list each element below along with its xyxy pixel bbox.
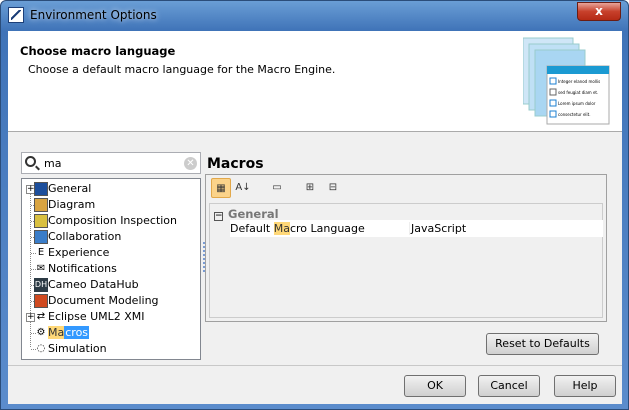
environment-options-window: Environment Options x Choose macro langu…: [0, 0, 629, 410]
tree-item-experience[interactable]: E Experience: [22, 245, 200, 261]
arrows-icon: ⇄: [36, 311, 46, 322]
collapse-icon[interactable]: −: [214, 212, 223, 221]
tree-item-label: Diagram: [48, 198, 96, 211]
help-button[interactable]: Help: [554, 375, 616, 397]
general-icon: [34, 182, 48, 196]
page-title: Macros: [207, 156, 264, 172]
property-value[interactable]: JavaScript: [409, 222, 466, 235]
description-button[interactable]: ▭: [267, 178, 287, 198]
tree-item-label: Cameo DataHub: [48, 278, 139, 291]
tree-item-cameo-datahub[interactable]: DH Cameo DataHub: [22, 277, 200, 293]
cancel-button[interactable]: Cancel: [478, 375, 540, 397]
tree-item-simulation[interactable]: ◌ Simulation: [22, 341, 200, 357]
svg-text:Lorem ipsum dolor: Lorem ipsum dolor: [558, 101, 596, 106]
simulation-icon: ◌: [36, 343, 46, 354]
clear-search-icon[interactable]: ✕: [184, 157, 197, 170]
property-row[interactable]: Default Macro Language JavaScript: [230, 220, 603, 237]
search-value: ma: [44, 157, 62, 170]
categorized-view-button[interactable]: ▦: [211, 178, 231, 198]
key-post: cro Language: [289, 222, 365, 235]
dialog-body: ma ✕ + General Diagram Composition Inspecti…: [8, 132, 622, 404]
reset-to-defaults-button[interactable]: Reset to Defaults: [486, 333, 599, 355]
tree-item-label: Simulation: [48, 342, 107, 355]
header-panel: Choose macro language Choose a default m…: [8, 31, 622, 132]
property-name: Default Macro Language: [230, 222, 365, 235]
tree-item-document-modeling[interactable]: Document Modeling: [22, 293, 200, 309]
group-label: General: [228, 207, 279, 221]
window-title: Environment Options: [30, 8, 157, 22]
expand-all-button[interactable]: ⊞: [300, 178, 320, 198]
options-tree[interactable]: + General Diagram Composition Inspection Col…: [21, 178, 201, 360]
svg-text:consectetur elit.: consectetur elit.: [558, 112, 591, 117]
tree-item-macros[interactable]: ⚙ Macros: [22, 325, 200, 341]
tree-item-diagram[interactable]: Diagram: [22, 197, 200, 213]
datahub-icon: DH: [34, 278, 48, 292]
composition-icon: [34, 214, 48, 228]
tree-item-label: General: [48, 182, 92, 195]
svg-text:sed feugiat diam et.: sed feugiat diam et.: [558, 90, 598, 95]
tree-item-composition-inspection[interactable]: Composition Inspection: [22, 213, 200, 229]
key-pre: Default: [230, 222, 274, 235]
document-icon: [34, 294, 48, 308]
tree-item-label: Eclipse UML2 XMI: [48, 310, 145, 323]
ok-button[interactable]: OK: [404, 375, 466, 397]
diagram-icon: [34, 198, 48, 212]
svg-text:Integer elanod mollis: Integer elanod mollis: [558, 79, 600, 84]
gears-icon: ⚙: [36, 327, 46, 338]
envelope-icon: ✉: [36, 263, 46, 274]
tree-item-label: Collaboration: [48, 230, 122, 243]
tree-item-eclipse-uml2-xmi[interactable]: + ⇄ Eclipse UML2 XMI: [22, 309, 200, 325]
options-illustration-icon: Integer elanod mollis sed feugiat diam e…: [523, 37, 610, 125]
header-description: Choose a default macro language for the …: [28, 63, 336, 76]
tree-item-notifications[interactable]: ✉ Notifications: [22, 261, 200, 277]
properties-panel: ▦ A↓ ▭ ⊞ ⊟ − General Default Macro Langua…: [205, 174, 607, 322]
key-match: Ma: [273, 222, 290, 235]
group-header[interactable]: − General: [214, 207, 279, 221]
divider: [8, 365, 622, 366]
search-input[interactable]: ma ✕: [21, 152, 201, 174]
app-icon: [8, 7, 24, 23]
collaboration-icon: [34, 230, 48, 244]
tree-item-label: Experience: [48, 246, 110, 259]
tree-item-label: Document Modeling: [48, 294, 159, 307]
tree-item-general[interactable]: + General: [22, 181, 200, 197]
close-button[interactable]: x: [577, 2, 621, 21]
tree-item-label: Notifications: [48, 262, 117, 275]
tree-item-collaboration[interactable]: Collaboration: [22, 229, 200, 245]
tree-item-label: Macros: [48, 326, 90, 339]
title-bar[interactable]: Environment Options x: [1, 1, 628, 31]
experience-icon: E: [37, 247, 45, 258]
header-title: Choose macro language: [20, 44, 176, 58]
sort-alphabetical-button[interactable]: A↓: [233, 178, 253, 198]
collapse-all-button[interactable]: ⊟: [323, 178, 343, 198]
search-icon: [25, 156, 36, 167]
property-grid: − General Default Macro Language JavaScri…: [209, 203, 603, 318]
tree-item-label: Composition Inspection: [48, 214, 178, 227]
